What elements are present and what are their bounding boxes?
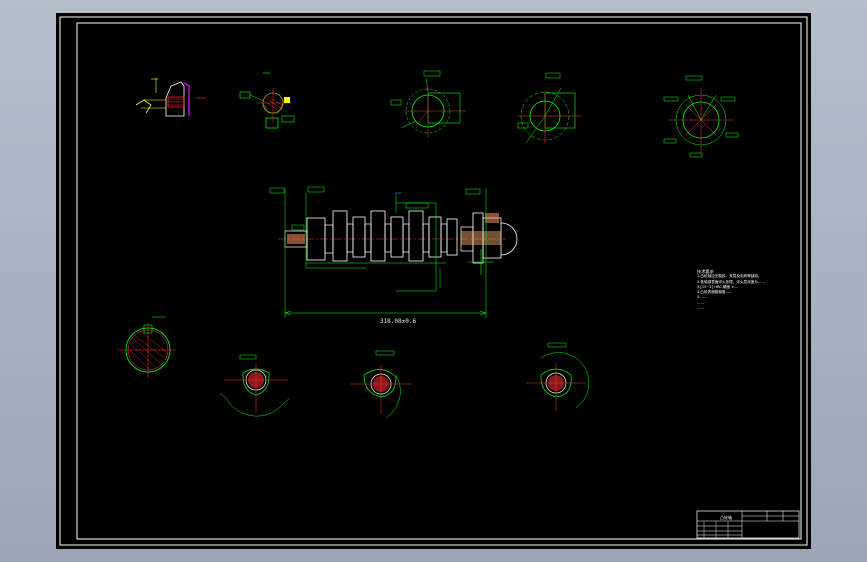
crosshair-icon [468,249,494,275]
detail-view-1 [135,78,206,117]
overall-length-label: 318.08±0.6 [379,318,417,325]
part-name: 凸轮轴 [720,515,732,520]
inner-frame [76,22,802,540]
section-view-c [118,316,176,378]
cam-section-1 [219,354,291,417]
technical-requirements: 技术要求 1.凸轮轴应无裂纹、夹层及毛刺等缺陷。 2.各轴颈表面淬火处理，淬火层… [697,269,807,311]
cam-profile-view-1 [390,70,466,138]
cam-section-3 [526,342,590,411]
cam-section-2 [350,350,412,419]
section-view-b [239,72,295,129]
cam-profile-view-2 [517,72,581,144]
requirement-line: …… [697,306,705,311]
drawing-sheet: 318.08±0.6 技术要求 1.凸轮轴应无裂纹、夹层及毛刺等缺陷。 2.各轴… [56,13,811,549]
camshaft-main-view [269,186,518,318]
timing-diagram [663,75,739,158]
